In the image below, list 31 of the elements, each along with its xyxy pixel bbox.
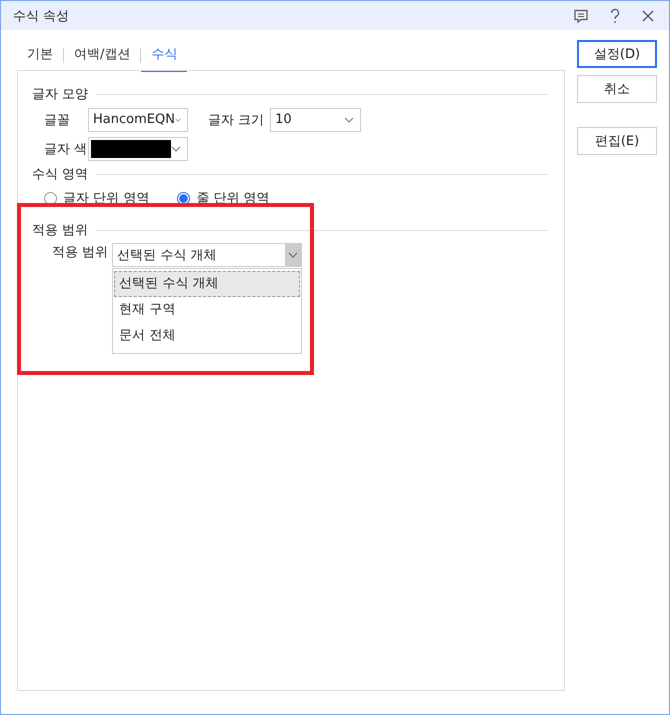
section-heading: 수식 영역 (32, 166, 88, 183)
chevron-icon (344, 116, 354, 122)
dropdown-option[interactable]: 현재 구역 (114, 297, 300, 323)
radio-button[interactable] (177, 192, 190, 204)
dropdown-option[interactable]: 선택된 수식 개체 (114, 271, 300, 297)
tab[interactable]: 기본 (17, 38, 63, 72)
tab[interactable]: 수식 (141, 38, 188, 72)
dialog-button[interactable]: 설정(D) (577, 40, 657, 68)
chevron-icon (288, 252, 298, 258)
range-select[interactable]: 선택된 수식 개체 (112, 243, 302, 267)
help-icon[interactable] (609, 8, 621, 24)
field-label: 글자 색 (43, 140, 88, 158)
tab[interactable]: 여백/캡션 (64, 38, 140, 72)
chevron-icon (174, 116, 181, 122)
field-label: 글자 크기 (208, 112, 264, 128)
section-heading: 글자 모양 (32, 86, 88, 103)
close-icon[interactable] (641, 8, 655, 22)
field-label: 글꼴 (43, 112, 71, 128)
color-select[interactable] (88, 136, 188, 160)
window-title: 수식 속성 (13, 8, 70, 24)
radio-button[interactable] (44, 192, 57, 204)
section-heading: 적용 범위 (32, 222, 88, 239)
font-select[interactable]: HancomEQN (88, 108, 188, 132)
chevron-icon (171, 146, 181, 152)
dropdown-option[interactable]: 문서 전체 (114, 323, 300, 349)
comment-icon[interactable] (573, 8, 589, 24)
size-select[interactable]: 10 (270, 108, 362, 132)
dialog-button[interactable]: 편집(E) (577, 127, 657, 155)
field-label: 적용 범위 (51, 244, 108, 261)
dropdown-button[interactable] (285, 244, 302, 266)
dialog-button[interactable]: 취소 (577, 75, 657, 103)
